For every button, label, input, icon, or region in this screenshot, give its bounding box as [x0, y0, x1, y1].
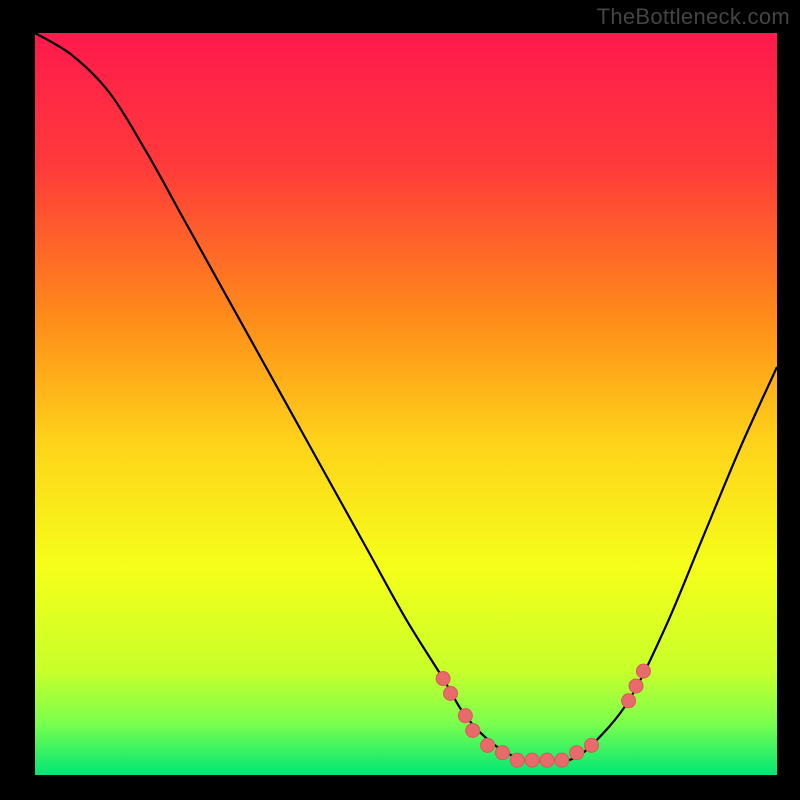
- data-marker: [585, 738, 599, 752]
- chart-svg: [0, 0, 800, 800]
- data-marker: [495, 746, 509, 760]
- data-marker: [622, 694, 636, 708]
- data-marker: [555, 753, 569, 767]
- data-marker: [629, 679, 643, 693]
- data-marker: [458, 709, 472, 723]
- data-marker: [636, 664, 650, 678]
- data-marker: [510, 753, 524, 767]
- chart-container: TheBottleneck.com: [0, 0, 800, 800]
- plot-area: [35, 33, 777, 775]
- data-marker: [570, 746, 584, 760]
- data-marker: [466, 723, 480, 737]
- data-marker: [481, 738, 495, 752]
- data-marker: [436, 672, 450, 686]
- data-marker: [444, 686, 458, 700]
- data-marker: [525, 753, 539, 767]
- data-marker: [540, 753, 554, 767]
